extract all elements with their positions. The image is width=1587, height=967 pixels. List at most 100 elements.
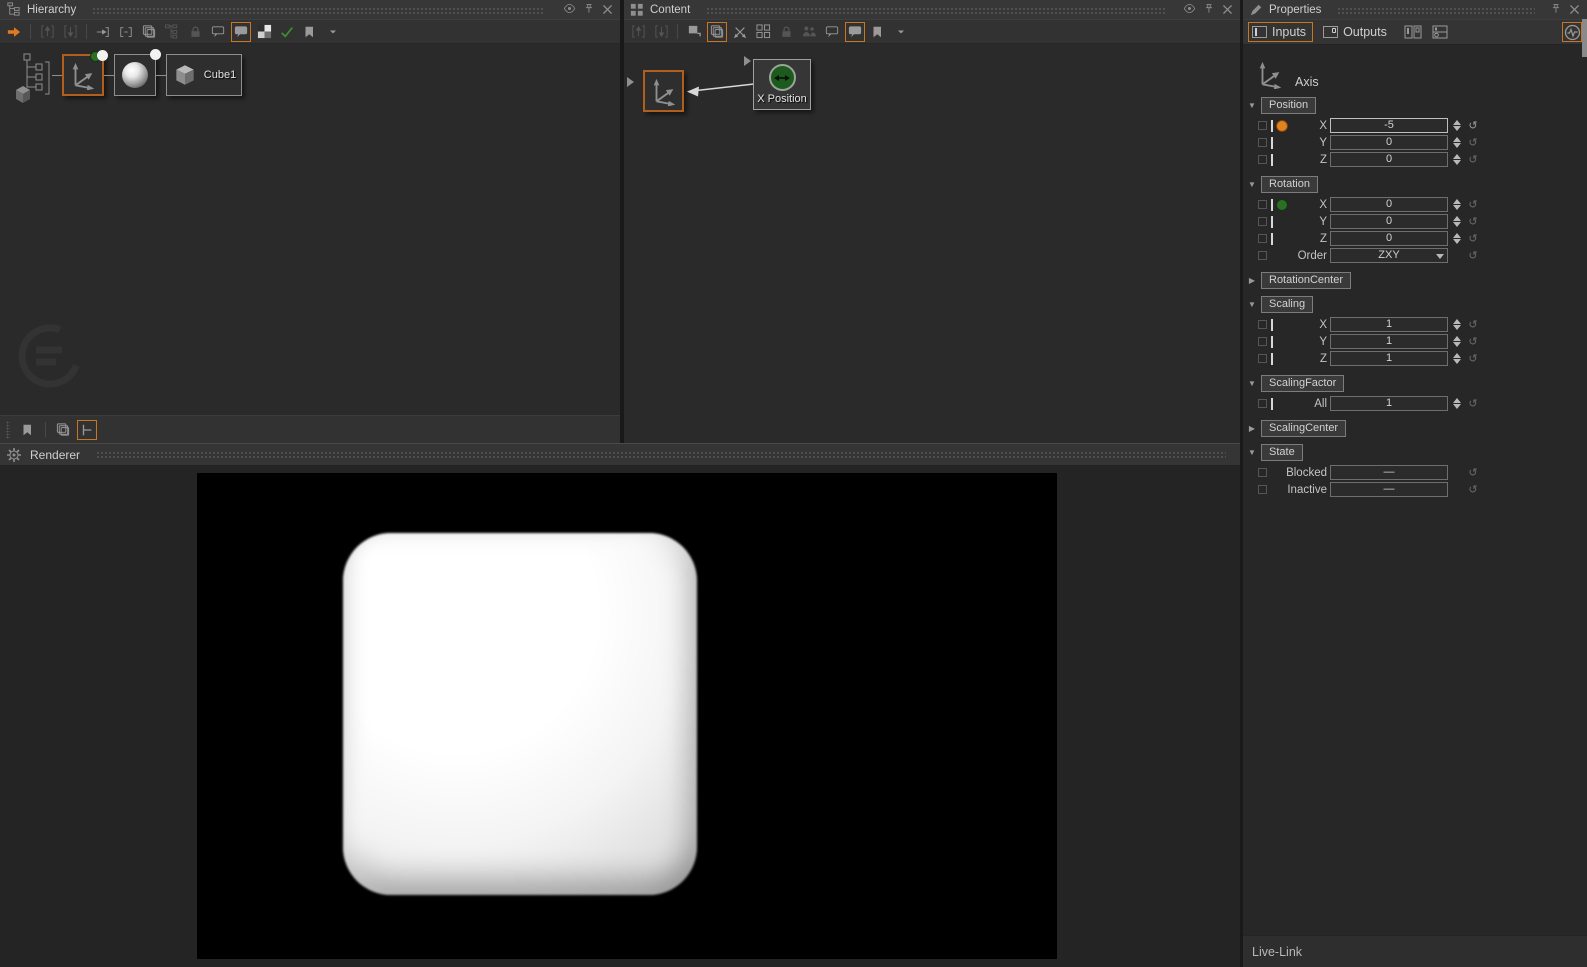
expose-checkbox[interactable] <box>1258 121 1267 130</box>
node-port-white[interactable] <box>150 49 161 60</box>
value-field-z[interactable]: 1 <box>1330 351 1448 366</box>
reset-icon[interactable]: ↺ <box>1466 136 1480 149</box>
hierarchy-graph[interactable]: Cube1 <box>0 44 620 415</box>
reset-icon[interactable]: ↺ <box>1466 198 1480 211</box>
hierarchy-node-material[interactable] <box>114 49 161 96</box>
expose-checkbox[interactable] <box>1258 234 1267 243</box>
eye-icon[interactable] <box>1181 3 1198 16</box>
close-icon[interactable] <box>601 3 614 16</box>
jump-arrow-icon[interactable] <box>4 22 24 42</box>
value-field-y[interactable]: 1 <box>1330 334 1448 349</box>
section-label[interactable]: Scaling <box>1261 296 1314 313</box>
expose-checkbox[interactable] <box>1258 320 1267 329</box>
value-field-x[interactable]: -5 <box>1330 118 1448 133</box>
docked-panel-edge[interactable] <box>1582 19 1587 57</box>
value-spinner[interactable] <box>1451 336 1462 347</box>
value-field-y[interactable]: 0 <box>1330 214 1448 229</box>
section-label[interactable]: State <box>1261 444 1303 461</box>
livelink-bar[interactable]: Live-Link <box>1243 935 1587 967</box>
caret-down-icon[interactable] <box>891 22 911 42</box>
comment-outline-icon[interactable] <box>208 22 228 42</box>
properties-header[interactable]: Properties <box>1243 0 1587 19</box>
import-up-icon[interactable] <box>37 22 57 42</box>
layers-icon[interactable] <box>53 420 73 440</box>
section-header-rotationcenter[interactable]: ▶ RotationCenter <box>1243 272 1587 289</box>
layers-icon[interactable] <box>707 21 727 42</box>
reset-icon[interactable]: ↺ <box>1466 318 1480 331</box>
value-field-x[interactable]: 1 <box>1330 317 1448 332</box>
tree-toggle-icon[interactable] <box>77 419 97 440</box>
reset-icon[interactable]: ↺ <box>1466 397 1480 410</box>
collapse-triangle-icon[interactable]: ▼ <box>1243 101 1261 110</box>
reset-icon[interactable]: ↺ <box>1466 215 1480 228</box>
people-icon[interactable] <box>799 22 819 42</box>
toolbar-grip[interactable] <box>6 420 10 439</box>
lock-icon[interactable] <box>776 22 796 42</box>
section-header-position[interactable]: ▼ Position <box>1243 97 1587 114</box>
caret-down-icon[interactable] <box>323 22 343 42</box>
import-up-icon[interactable] <box>628 22 648 42</box>
header-drag-dots[interactable] <box>92 5 545 14</box>
section-header-scalingcenter[interactable]: ▶ ScalingCenter <box>1243 420 1587 437</box>
tab-inputs[interactable]: Inputs <box>1248 22 1314 42</box>
section-label[interactable]: Rotation <box>1261 176 1318 193</box>
import-down-icon[interactable] <box>651 22 671 42</box>
reset-icon[interactable]: ↺ <box>1466 119 1480 132</box>
renderer-header[interactable]: Renderer <box>0 443 1240 465</box>
expose-checkbox[interactable] <box>1258 485 1267 494</box>
value-spinner[interactable] <box>1451 216 1462 227</box>
expose-checkbox[interactable] <box>1258 337 1267 346</box>
section-label[interactable]: ScalingCenter <box>1261 420 1347 437</box>
green-binding-dot-icon[interactable] <box>1276 198 1288 211</box>
tab-outputs[interactable]: Outputs <box>1319 22 1394 42</box>
expose-checkbox[interactable] <box>1258 217 1267 226</box>
content-node-xposition[interactable]: X Position <box>753 59 811 110</box>
value-spinner[interactable] <box>1451 154 1462 165</box>
reset-icon[interactable]: ↺ <box>1466 153 1480 166</box>
subtree-icon[interactable] <box>162 22 182 42</box>
value-spinner[interactable] <box>1451 199 1462 210</box>
hierarchy-node-cube[interactable]: Cube1 <box>166 54 242 96</box>
expose-checkbox[interactable] <box>1258 251 1267 260</box>
expose-checkbox[interactable] <box>1258 354 1267 363</box>
header-drag-dots[interactable] <box>706 5 1165 14</box>
section-header-scalingfactor[interactable]: ▼ ScalingFactor <box>1243 375 1587 392</box>
expose-checkbox[interactable] <box>1258 138 1267 147</box>
section-label[interactable]: ScalingFactor <box>1261 375 1345 392</box>
value-field-y[interactable]: 0 <box>1330 135 1448 150</box>
arrow-into-bracket-icon[interactable] <box>93 22 113 42</box>
reset-icon[interactable]: ↺ <box>1466 249 1480 262</box>
split-view-horizontal-icon[interactable] <box>1432 25 1448 39</box>
value-field-inactive[interactable]: — <box>1330 482 1448 497</box>
collapse-triangle-icon[interactable]: ▼ <box>1243 379 1261 388</box>
content-header[interactable]: Content <box>624 0 1240 19</box>
section-label[interactable]: RotationCenter <box>1261 272 1351 289</box>
section-header-state[interactable]: ▼ State <box>1243 444 1587 461</box>
reset-icon[interactable]: ↺ <box>1466 232 1480 245</box>
expand-triangle-icon[interactable]: ▶ <box>1243 424 1261 433</box>
collapse-triangle-icon[interactable]: ▼ <box>1243 448 1261 457</box>
value-field-x[interactable]: 0 <box>1330 197 1448 212</box>
collapse-bracket-icon[interactable] <box>116 22 136 42</box>
bookmark-icon[interactable] <box>300 22 320 42</box>
value-spinner[interactable] <box>1451 120 1462 131</box>
bookmark-icon[interactable] <box>868 22 888 42</box>
live-values-toggle-icon[interactable] <box>1562 22 1582 42</box>
value-spinner[interactable] <box>1451 353 1462 364</box>
bookmark-icon[interactable] <box>18 420 38 440</box>
collapse-triangle-icon[interactable]: ▼ <box>1243 300 1261 309</box>
hierarchy-node-axis[interactable] <box>62 50 108 96</box>
render-canvas[interactable] <box>197 473 1057 959</box>
flag-pin-icon[interactable] <box>684 22 704 42</box>
expose-checkbox[interactable] <box>1258 155 1267 164</box>
layers-icon[interactable] <box>139 22 159 42</box>
value-spinner[interactable] <box>1451 398 1462 409</box>
grid-icon[interactable] <box>753 22 773 42</box>
expose-checkbox[interactable] <box>1258 200 1267 209</box>
reset-icon[interactable]: ↺ <box>1466 335 1480 348</box>
value-spinner[interactable] <box>1451 319 1462 330</box>
orange-binding-dot-icon[interactable] <box>1276 119 1288 132</box>
close-icon[interactable] <box>1221 3 1234 16</box>
checkerboard-icon[interactable] <box>254 22 274 42</box>
comment-outline-icon[interactable] <box>822 22 842 42</box>
